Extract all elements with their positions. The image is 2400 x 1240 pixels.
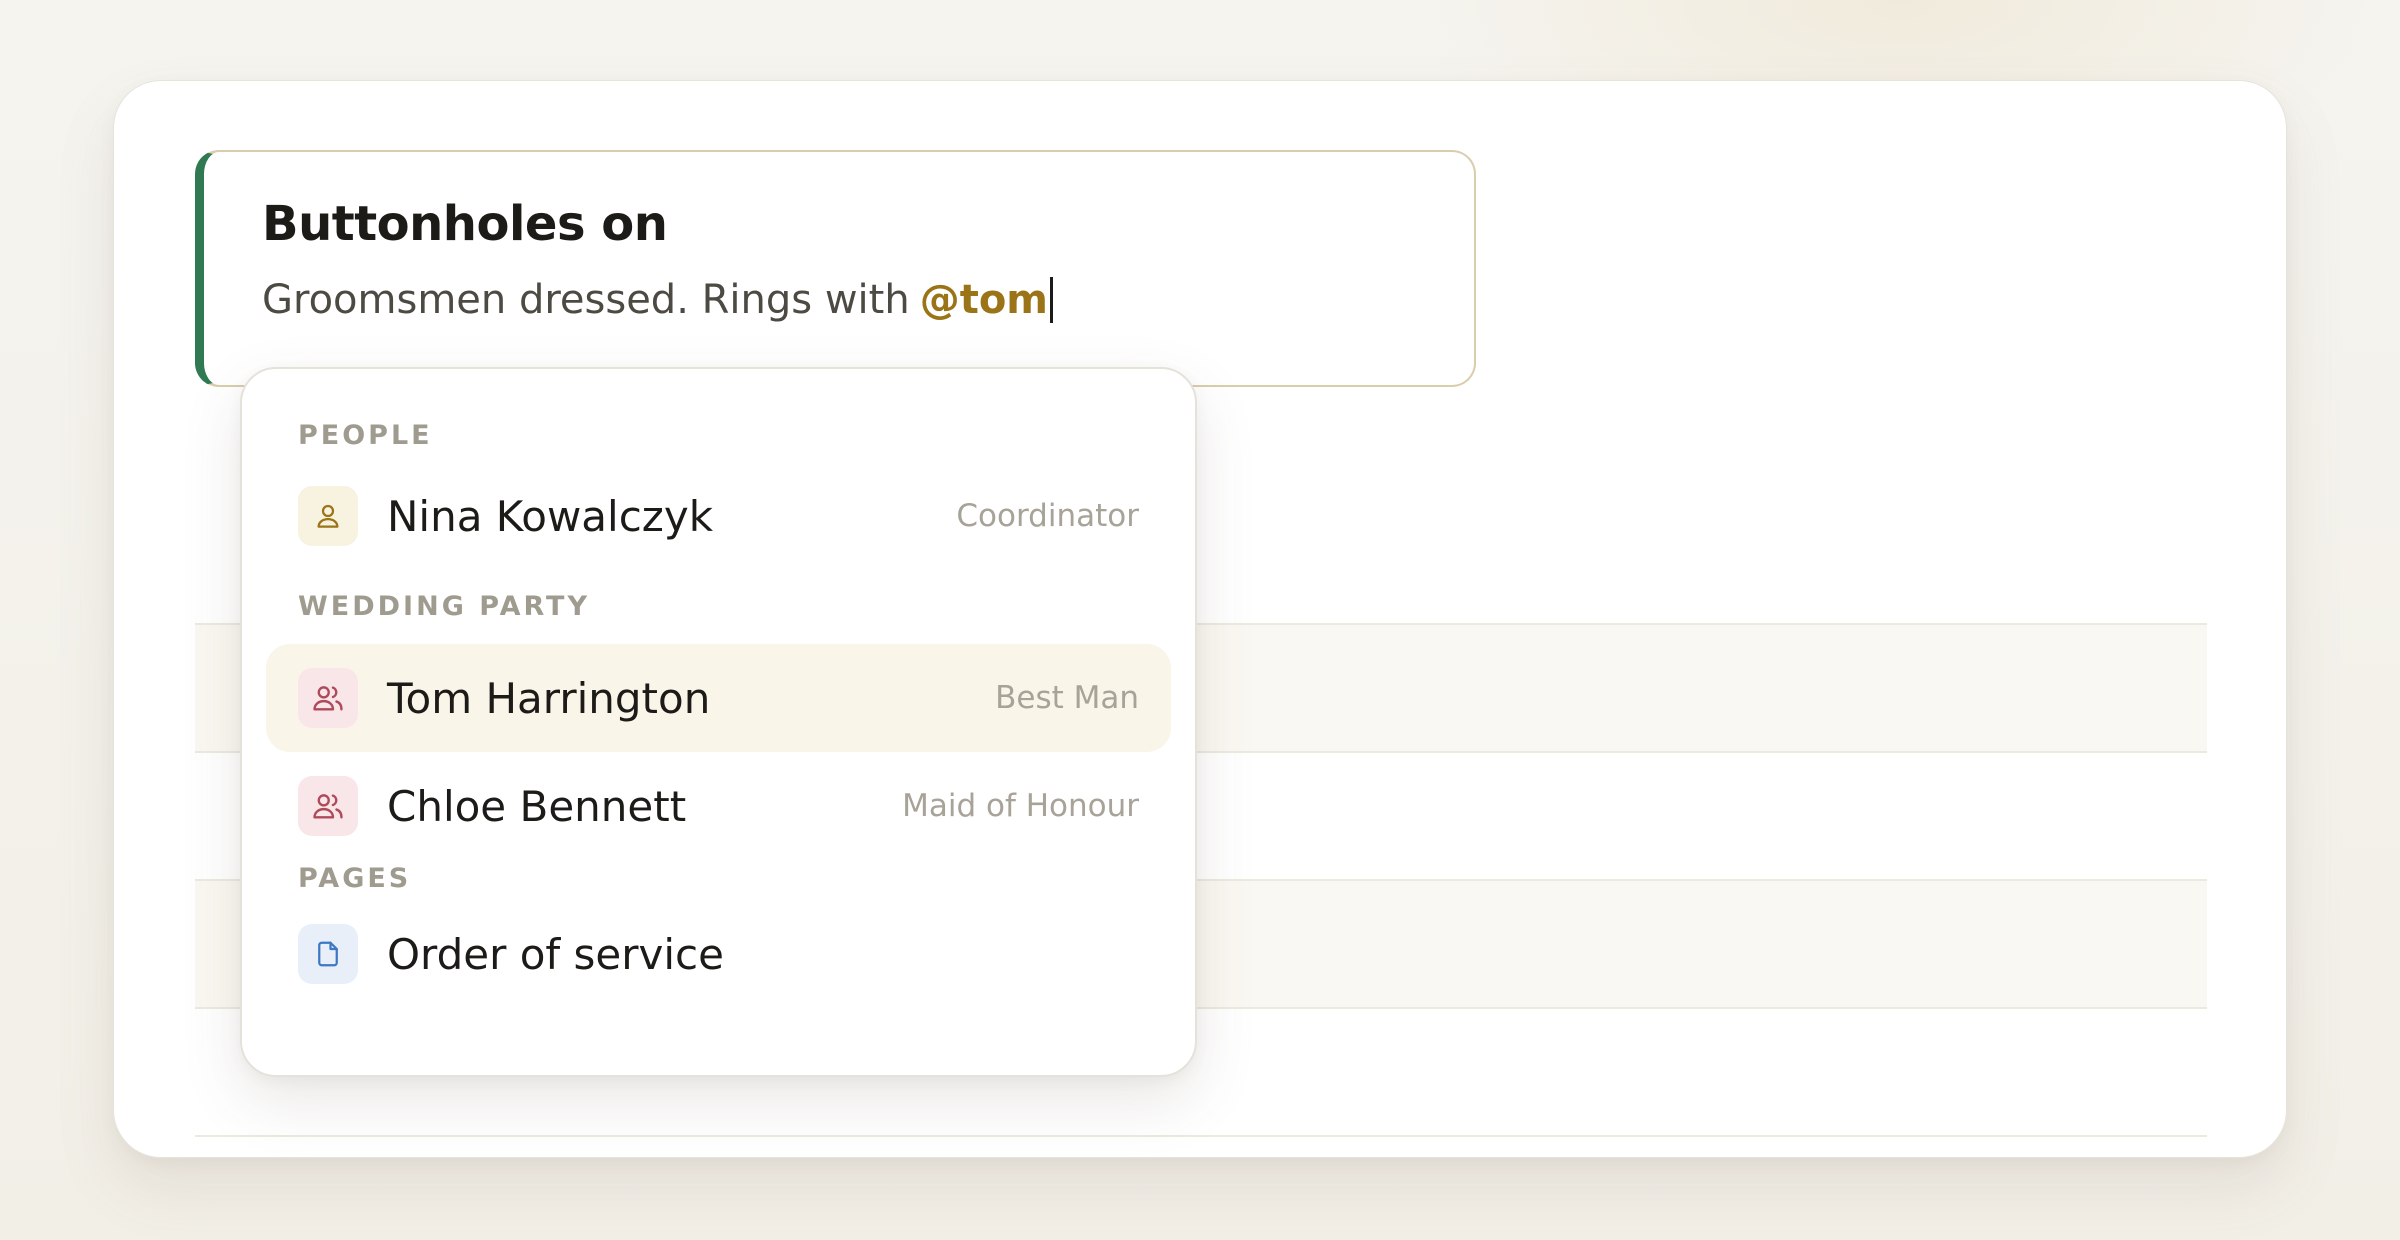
option-name: Nina Kowalczyk: [387, 491, 714, 541]
mention-dropdown: PEOPLE Nina Kowalczyk Coordinator WEDDIN…: [240, 367, 1197, 1077]
document-icon: [298, 924, 358, 984]
note-body-text: Groomsmen dressed. Rings with: [262, 277, 910, 323]
option-name: Chloe Bennett: [387, 781, 687, 831]
note-block[interactable]: Buttonholes on Groomsmen dressed. Rings …: [195, 150, 1476, 387]
option-name: Tom Harrington: [387, 673, 711, 723]
note-body-input[interactable]: Groomsmen dressed. Rings with @tom: [262, 276, 1474, 324]
option-role: Maid of Honour: [902, 788, 1139, 824]
note-title[interactable]: Buttonholes on: [262, 200, 1474, 248]
users-icon: [298, 668, 358, 728]
person-icon: [298, 486, 358, 546]
section-label-wedding-party: WEDDING PARTY: [298, 591, 591, 622]
option-role: Coordinator: [956, 498, 1139, 534]
option-name: Order of service: [387, 929, 724, 979]
mention-option-tom[interactable]: Tom Harrington Best Man: [266, 644, 1171, 752]
mention-option-order-of-service[interactable]: Order of service: [266, 900, 1171, 1008]
mention-token: @tom: [919, 277, 1048, 323]
section-label-people: PEOPLE: [298, 420, 433, 451]
mention-option-nina[interactable]: Nina Kowalczyk Coordinator: [266, 462, 1171, 570]
table-row: [195, 1135, 2207, 1137]
option-role: Best Man: [995, 680, 1139, 716]
text-caret: [1049, 277, 1053, 323]
section-label-pages: PAGES: [298, 863, 412, 894]
users-icon: [298, 776, 358, 836]
mention-option-chloe[interactable]: Chloe Bennett Maid of Honour: [266, 752, 1171, 860]
